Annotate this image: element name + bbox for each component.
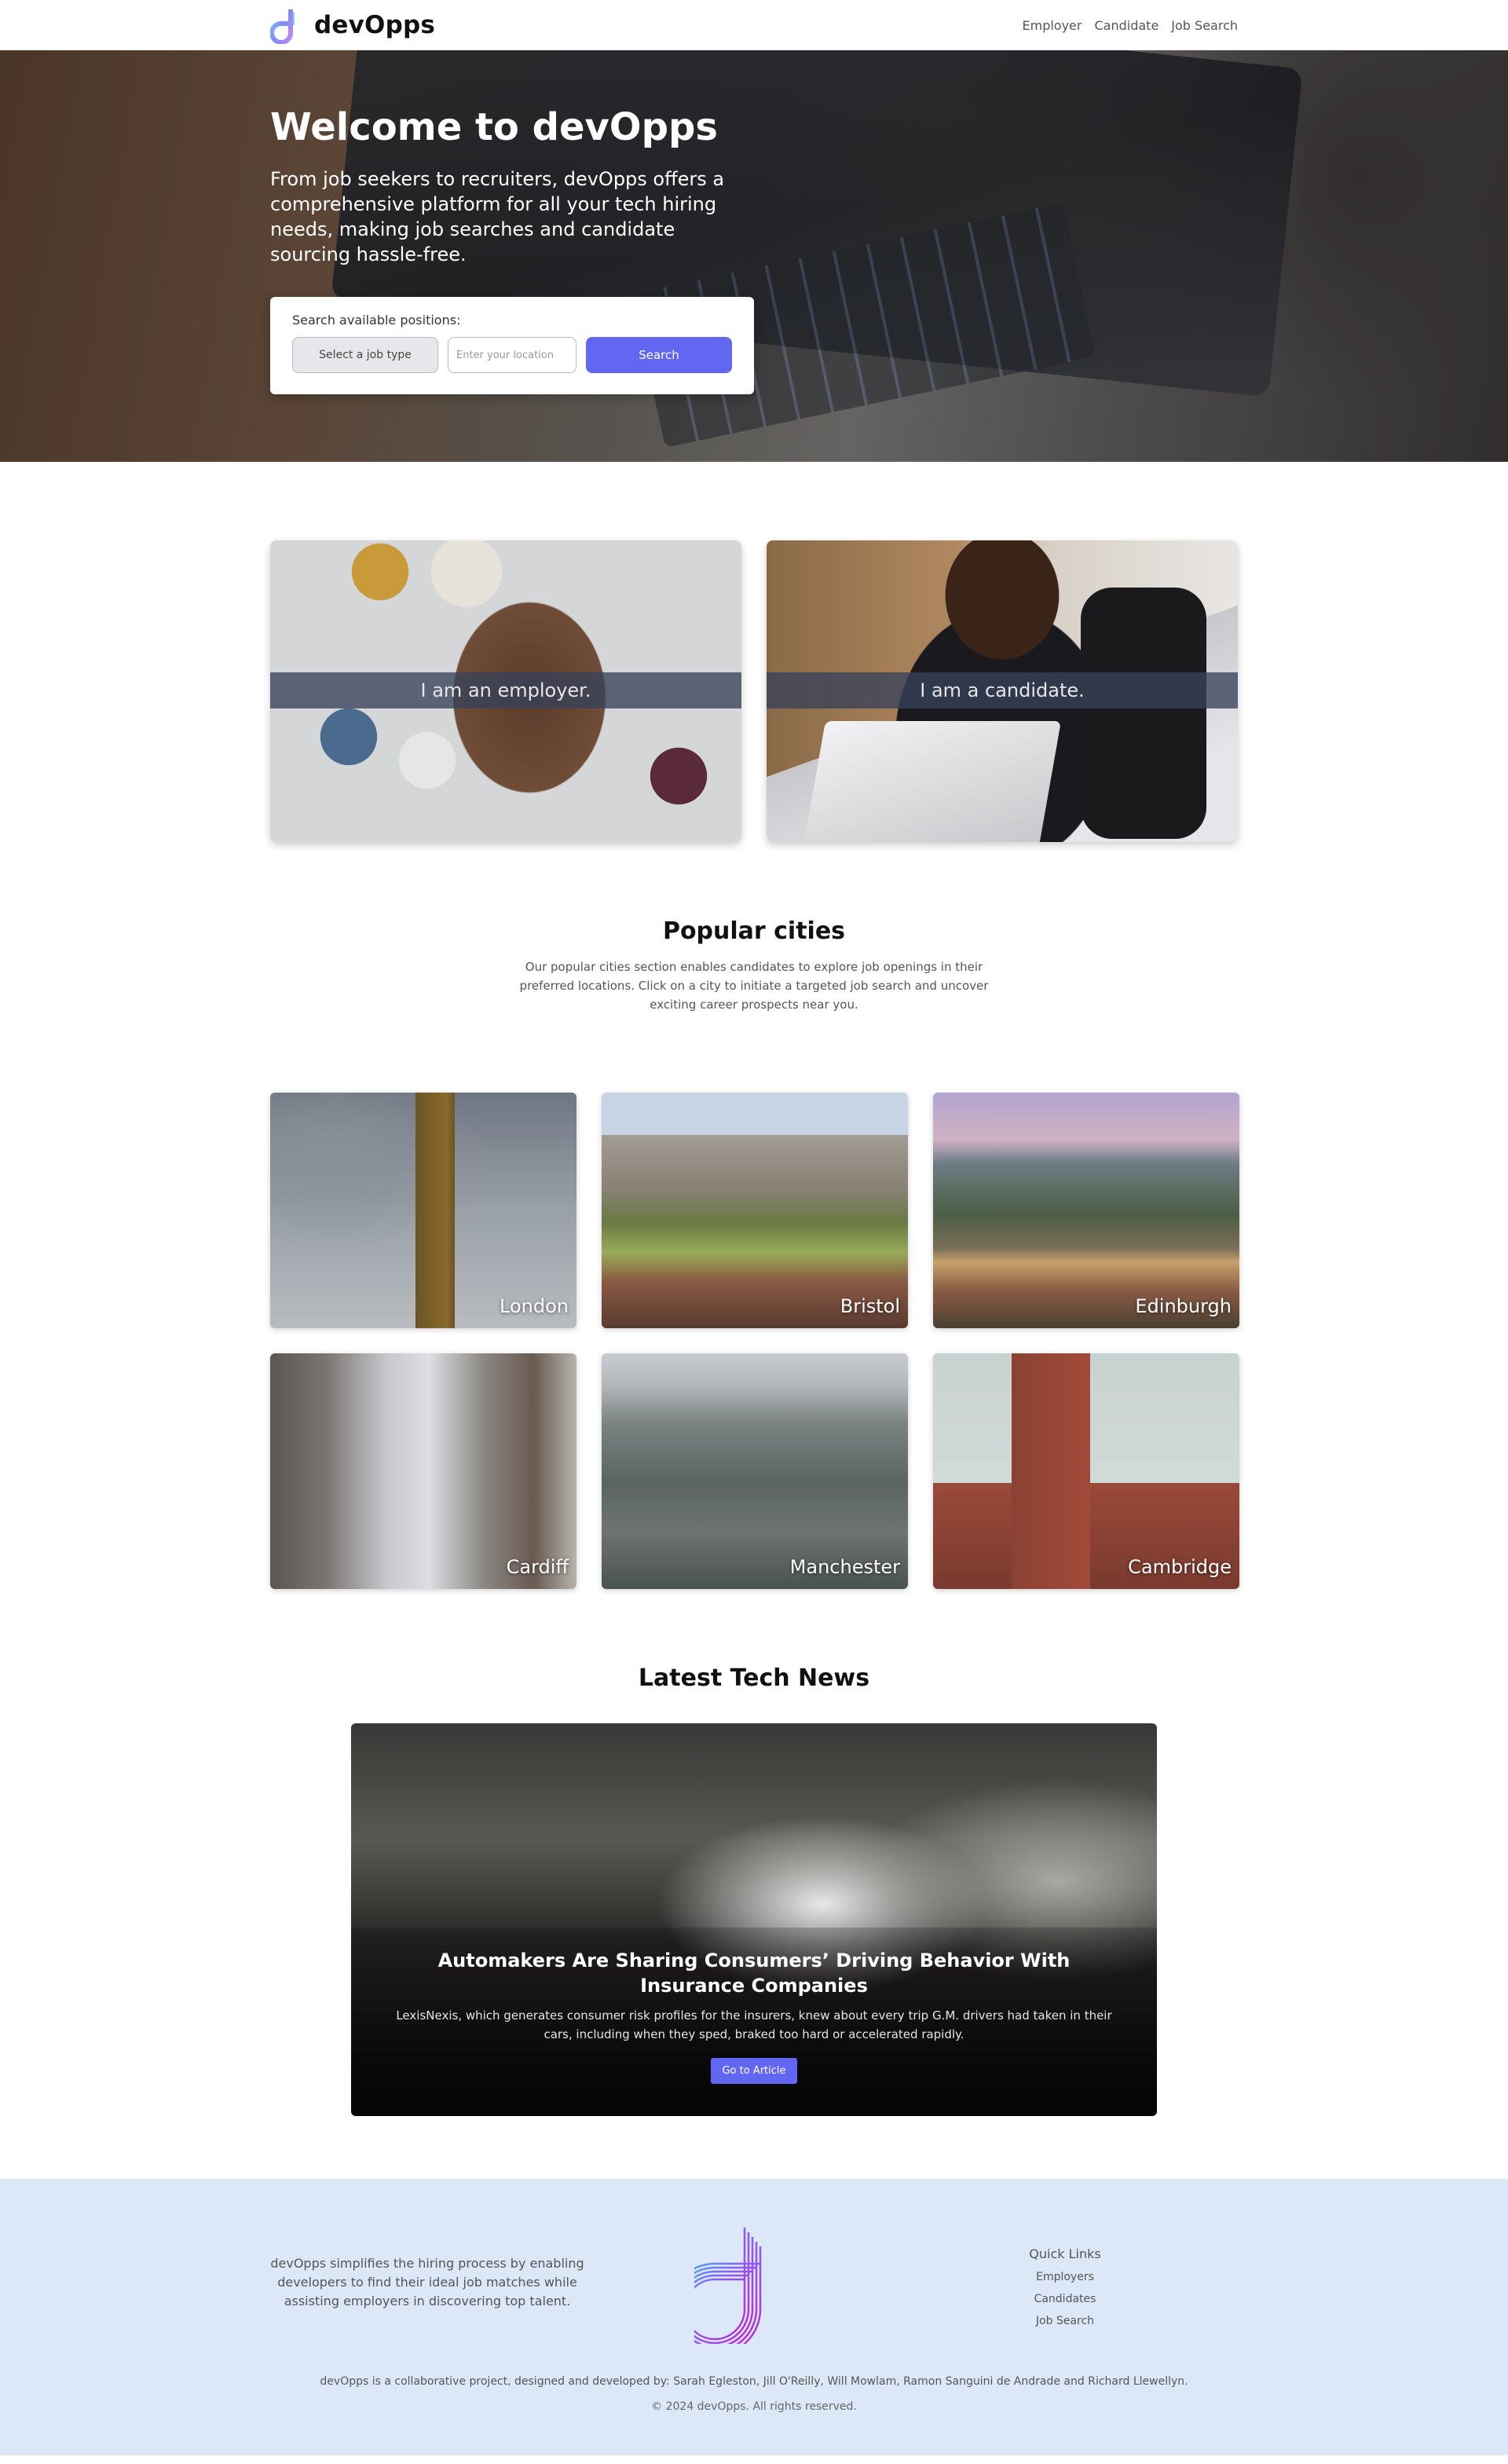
footer-about: devOpps simplifies the hiring process by… — [270, 2256, 584, 2308]
city-name: Cardiff — [506, 1556, 569, 1578]
top-nav: devOpps Employer Candidate Job Search — [0, 0, 1508, 50]
city-card-edinburgh[interactable]: Edinburgh — [933, 1093, 1239, 1328]
city-card-manchester[interactable]: Manchester — [602, 1353, 908, 1589]
city-card-bristol[interactable]: Bristol — [602, 1093, 908, 1328]
employer-card[interactable]: I am an employer. — [270, 540, 741, 842]
news-summary: LexisNexis, which generates consumer ris… — [396, 2008, 1112, 2041]
news-article-card: Automakers Are Sharing Consumers’ Drivin… — [351, 1723, 1157, 2116]
hero-title: Welcome to devOpps — [270, 105, 718, 149]
devopps-footer-logo-icon — [694, 2228, 804, 2344]
search-label: Search available positions: — [292, 313, 461, 328]
hero-content: Welcome to devOpps From job seekers to r… — [270, 105, 773, 267]
tech-news-section: Latest Tech News Automakers Are Sharing … — [270, 1664, 1238, 2116]
nav-link-job-search[interactable]: Job Search — [1171, 18, 1238, 33]
candidate-card-label: I am a candidate. — [767, 672, 1238, 708]
hero-section: Welcome to devOpps From job seekers to r… — [0, 50, 1508, 462]
job-type-select[interactable]: Select a job type — [292, 337, 438, 373]
footer-link-job-search[interactable]: Job Search — [1018, 2315, 1112, 2327]
search-button[interactable]: Search — [586, 337, 732, 373]
brand-name: devOpps — [314, 11, 436, 39]
footer: devOpps simplifies the hiring process by… — [0, 2179, 1508, 2455]
news-headline: Automakers Are Sharing Consumers’ Drivin… — [437, 1950, 1071, 1997]
nav-link-employer[interactable]: Employer — [1023, 18, 1082, 33]
tech-news-title: Latest Tech News — [638, 1664, 870, 1692]
quick-links-title: Quick Links — [1029, 2246, 1101, 2261]
city-card-cambridge[interactable]: Cambridge — [933, 1353, 1239, 1589]
city-name: Edinburgh — [1135, 1295, 1232, 1317]
brand[interactable]: devOpps — [270, 6, 435, 44]
popular-cities-section: Popular cities Our popular cities sectio… — [270, 917, 1239, 1589]
footer-link-employers[interactable]: Employers — [1018, 2271, 1112, 2283]
news-body: Automakers Are Sharing Consumers’ Drivin… — [382, 1948, 1126, 2084]
popular-cities-description: Our popular cities section enables candi… — [519, 960, 989, 1012]
city-name: Bristol — [840, 1295, 900, 1317]
job-search-card: Search available positions: Select a job… — [270, 297, 754, 394]
candidate-card[interactable]: I am a candidate. — [767, 540, 1238, 842]
employer-card-label: I am an employer. — [270, 672, 741, 708]
city-card-cardiff[interactable]: Cardiff — [270, 1353, 576, 1589]
hero-subtitle: From job seekers to recruiters, devOpps … — [270, 168, 725, 265]
footer-quick-links: Quick Links Employers Candidates Job Sea… — [1018, 2246, 1112, 2337]
devopps-logo-icon — [270, 9, 295, 44]
nav-link-candidate[interactable]: Candidate — [1094, 18, 1158, 33]
nav-links: Employer Candidate Job Search — [1023, 18, 1239, 33]
location-input[interactable] — [448, 337, 576, 373]
city-card-london[interactable]: London — [270, 1093, 576, 1328]
search-row: Select a job type Search — [292, 337, 732, 373]
city-grid: London Bristol Edinburgh Cardiff Manches… — [270, 1093, 1239, 1589]
city-name: Cambridge — [1128, 1556, 1232, 1578]
city-name: Manchester — [789, 1556, 900, 1578]
footer-credit: devOpps is a collaborative project, desi… — [320, 2375, 1188, 2388]
footer-link-candidates[interactable]: Candidates — [1018, 2293, 1112, 2305]
go-to-article-button[interactable]: Go to Article — [711, 2058, 797, 2084]
footer-copyright: © 2024 devOpps. All rights reserved. — [651, 2400, 857, 2413]
role-section: I am an employer. I am a candidate. — [270, 540, 1238, 842]
popular-cities-title: Popular cities — [662, 917, 846, 945]
city-name: London — [500, 1295, 569, 1317]
